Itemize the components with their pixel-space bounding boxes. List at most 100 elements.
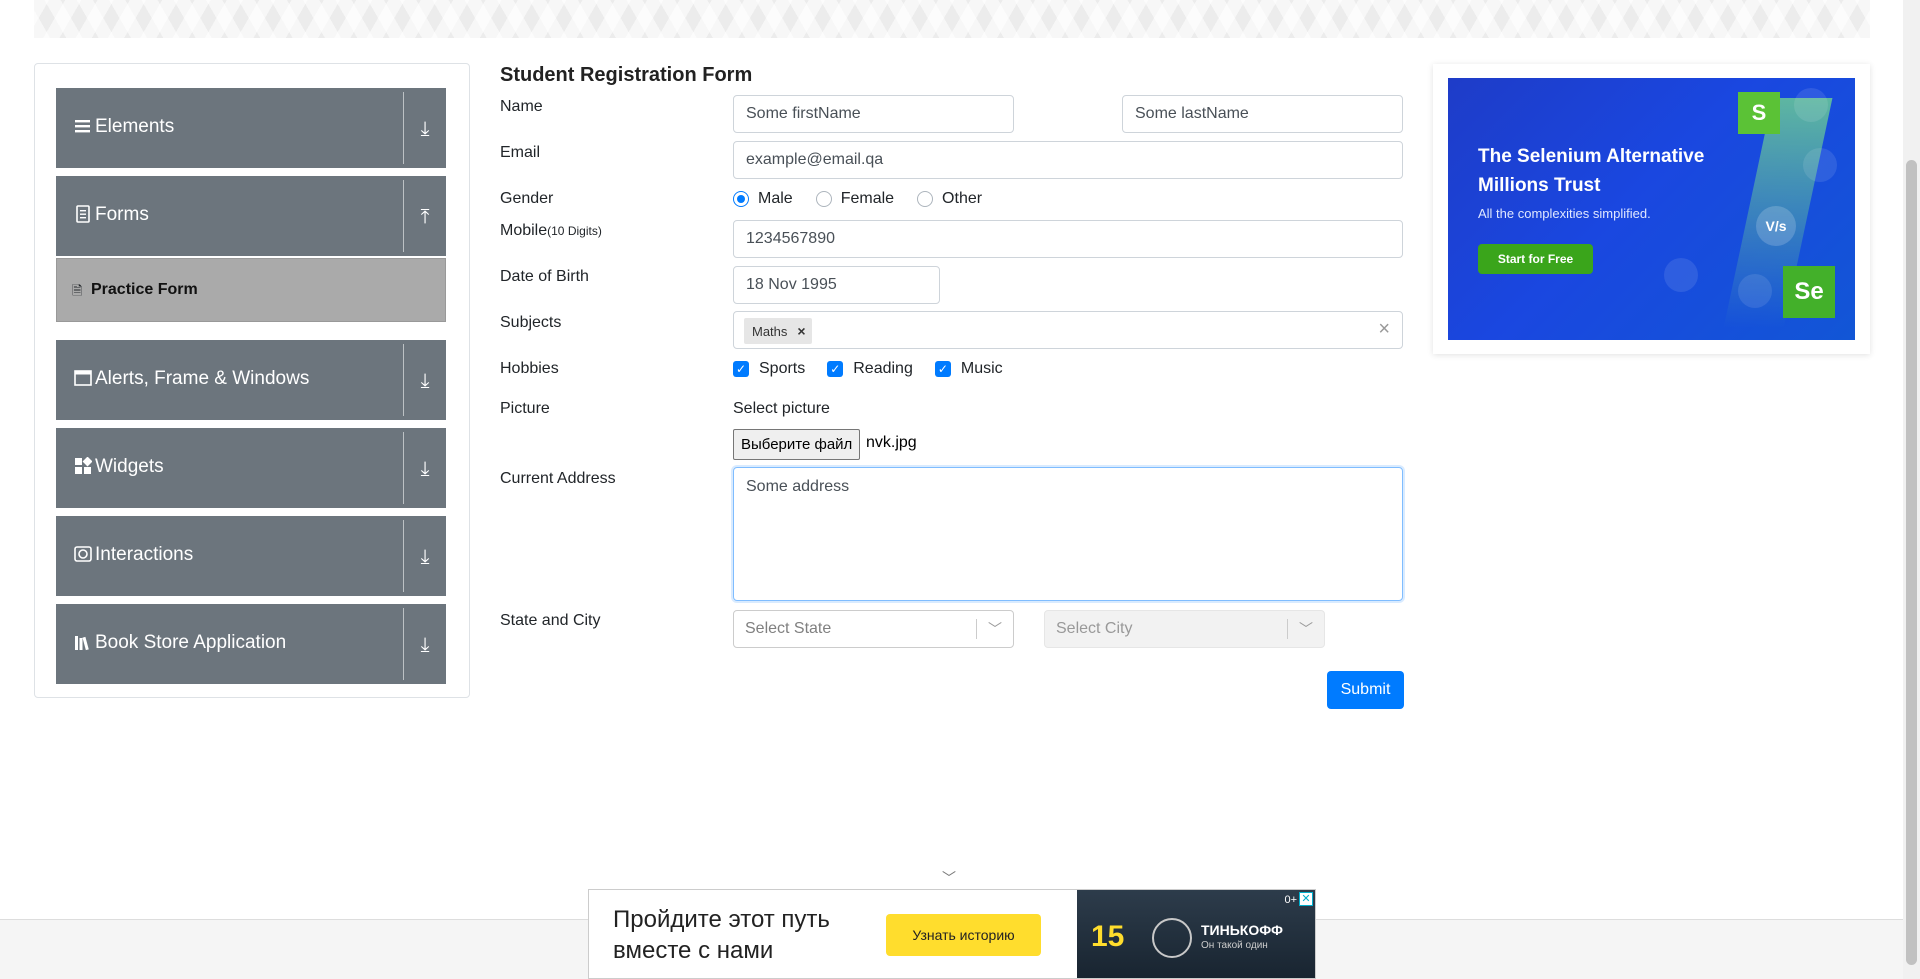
widgets-icon: [75, 457, 92, 474]
subject-chip-label: Maths: [752, 324, 788, 339]
hobby-checkbox-reading[interactable]: ✓: [827, 361, 844, 377]
browser-icon: [1664, 258, 1698, 292]
bottom-ad-slogan: Он такой один: [1201, 940, 1268, 951]
divider: [403, 432, 404, 504]
bottom-ad-brand: ТИНЬКОФФ: [1201, 922, 1283, 938]
mobile-label-text: Mobile: [500, 222, 548, 239]
gender-option-label[interactable]: Female: [841, 190, 894, 208]
scrollbar[interactable]: [1903, 0, 1920, 979]
clear-icon[interactable]: ×: [1378, 318, 1390, 341]
bottom-ad[interactable]: Пройдите этот путь вместе с нами Узнать …: [588, 889, 1316, 979]
divider: [1287, 619, 1288, 639]
sidebar-group-forms[interactable]: Forms ⤒: [56, 176, 446, 256]
dob-label: Date of Birth: [500, 268, 589, 285]
top-banner: [34, 0, 1870, 38]
sidebar-group-alerts[interactable]: Alerts, Frame & Windows ⤓: [56, 340, 446, 420]
html-icon: 🗎: [72, 283, 83, 298]
dob-input[interactable]: 18 Nov 1995: [733, 266, 940, 304]
ad-subtext: All the complexities simplified.: [1478, 206, 1651, 221]
sidebar-group-label: Widgets: [95, 456, 164, 477]
sidebar-group-widgets[interactable]: Widgets ⤓: [56, 428, 446, 508]
mobile-hint: (10 Digits): [547, 224, 602, 238]
divider: [403, 92, 404, 164]
first-name-input[interactable]: Some firstName: [733, 95, 1014, 133]
sidebar-group-interactions[interactable]: Interactions ⤓: [56, 516, 446, 596]
state-city-label: State and City: [500, 612, 601, 629]
sidebar-item-label: Practice Form: [91, 281, 198, 298]
chevron-down-icon[interactable]: ﹀: [988, 611, 1002, 647]
gender-radio-other[interactable]: [917, 191, 934, 207]
last-name-input[interactable]: Some lastName: [1122, 95, 1403, 133]
divider: [403, 608, 404, 680]
books-icon: [75, 636, 89, 651]
state-placeholder: Select State: [745, 620, 832, 637]
hobbies-label: Hobbies: [500, 360, 559, 377]
sidebar: Elements ⤓ Forms ⤒ 🗎 Practice Form Alert…: [34, 63, 470, 698]
state-select[interactable]: Select State ﹀: [733, 610, 1014, 648]
submit-button[interactable]: Submit: [1327, 671, 1404, 709]
sidebar-group-label: Forms: [95, 204, 149, 225]
sidebar-item-practice-form[interactable]: 🗎 Practice Form: [56, 258, 446, 322]
sidebar-group-label: Alerts, Frame & Windows: [95, 368, 310, 389]
divider: [403, 180, 404, 252]
city-select: Select City ﹀: [1044, 610, 1325, 648]
expand-icon[interactable]: ⤓: [412, 368, 438, 394]
scrollbar-thumb[interactable]: [1906, 160, 1917, 965]
s-logo-icon: S: [1738, 92, 1780, 134]
mobile-input[interactable]: 1234567890: [733, 220, 1403, 258]
bottom-ad-years: 15: [1091, 920, 1125, 953]
hobby-label[interactable]: Reading: [853, 360, 913, 378]
hobby-label[interactable]: Music: [961, 360, 1003, 378]
right-ad[interactable]: S V/s Se The Selenium Alternative Millio…: [1433, 64, 1870, 354]
expand-icon[interactable]: ⤓: [412, 116, 438, 142]
sidebar-group-label: Elements: [95, 116, 175, 137]
mobile-label: Mobile(10 Digits): [500, 222, 602, 240]
chevron-down-icon[interactable]: ﹀: [942, 868, 956, 888]
gender-option-label[interactable]: Male: [758, 190, 793, 208]
address-textarea[interactable]: Some address: [733, 467, 1403, 601]
sidebar-group-book-store[interactable]: Book Store Application ⤓: [56, 604, 446, 684]
ad-banner[interactable]: S V/s Se The Selenium Alternative Millio…: [1448, 78, 1855, 340]
bottom-ad-cta-button[interactable]: Узнать историю: [886, 914, 1041, 956]
interaction-icon: [74, 546, 92, 562]
select-picture-caption: Select picture: [733, 400, 830, 417]
settings-icon: [1803, 148, 1837, 182]
form-title: Student Registration Form: [500, 64, 753, 86]
choose-file-button[interactable]: Выберите файл: [733, 429, 861, 460]
picture-label: Picture: [500, 400, 550, 417]
subject-chip: Maths ×: [744, 318, 812, 344]
gender-label: Gender: [500, 190, 554, 207]
sidebar-group-label: Book Store Application: [95, 632, 287, 653]
vs-badge: V/s: [1756, 206, 1796, 246]
collapse-icon[interactable]: ⤒: [412, 204, 438, 230]
age-rating: 0+: [1284, 894, 1297, 906]
address-label: Current Address: [500, 470, 616, 487]
document-icon: [76, 205, 90, 223]
email-label: Email: [500, 144, 541, 161]
selenium-logo-icon: Se: [1783, 266, 1835, 318]
expand-icon[interactable]: ⤓: [412, 456, 438, 482]
bottom-ad-text: Пройдите этот путь вместе с нами: [613, 906, 830, 964]
hobby-label[interactable]: Sports: [759, 360, 805, 378]
remove-chip-icon[interactable]: ×: [797, 323, 805, 339]
gender-radio-female[interactable]: [815, 191, 832, 207]
sidebar-group-label: Interactions: [95, 544, 194, 565]
hobbies-checkbox-group: ✓ Sports ✓ Reading ✓ Music: [733, 360, 1026, 378]
gender-option-label[interactable]: Other: [942, 190, 982, 208]
code-icon: [1794, 88, 1828, 122]
expand-icon[interactable]: ⤓: [412, 544, 438, 570]
close-icon[interactable]: ✕: [1299, 892, 1313, 906]
hobby-checkbox-music[interactable]: ✓: [934, 361, 951, 377]
email-input[interactable]: example@email.qa: [733, 141, 1403, 179]
ad-cta-button[interactable]: Start for Free: [1478, 244, 1593, 274]
subjects-input[interactable]: Maths × ×: [733, 311, 1403, 349]
expand-icon[interactable]: ⤓: [412, 632, 438, 658]
sidebar-group-elements[interactable]: Elements ⤓: [56, 88, 446, 168]
city-placeholder: Select City: [1056, 620, 1133, 637]
hobby-checkbox-sports[interactable]: ✓: [733, 361, 749, 377]
gender-radio-male[interactable]: [733, 191, 749, 207]
window-icon: [74, 370, 92, 386]
list-icon: [75, 120, 90, 133]
subjects-label: Subjects: [500, 314, 562, 331]
file-name: nvk.jpg: [866, 434, 917, 451]
